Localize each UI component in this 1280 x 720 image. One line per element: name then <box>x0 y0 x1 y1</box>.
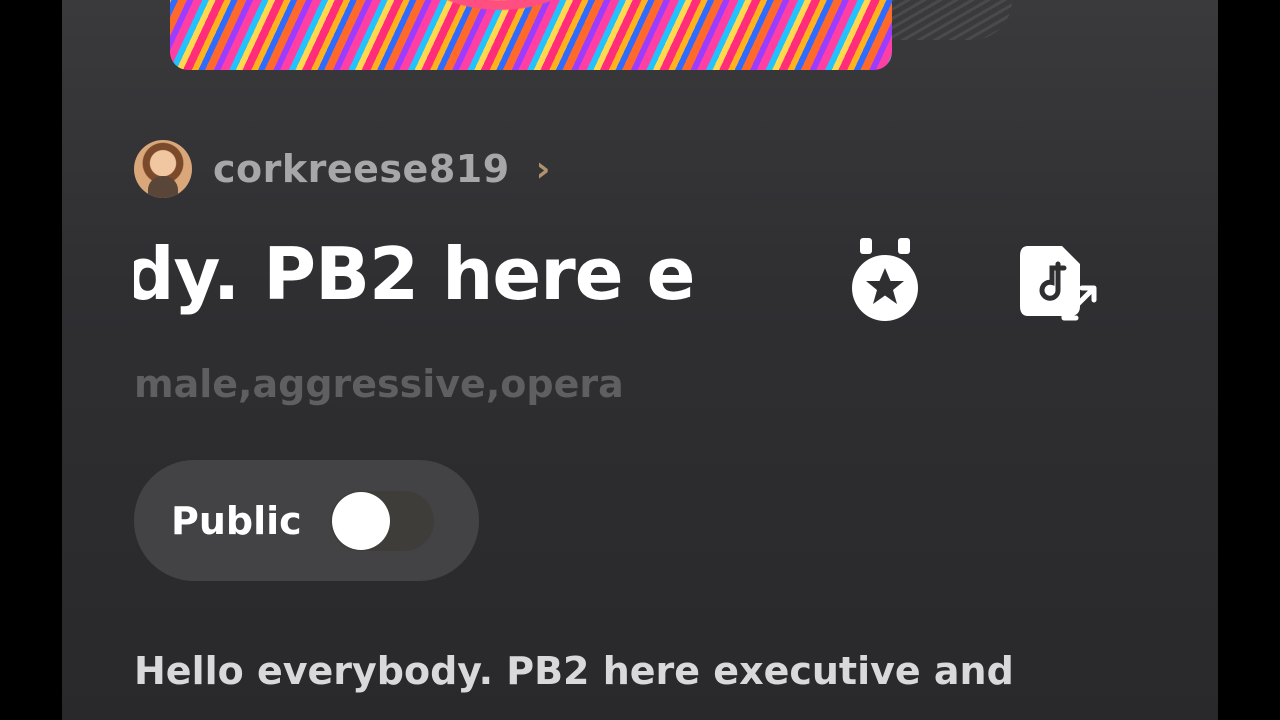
song-detail-panel: corkreese819 › body. PB2 here e male,agg… <box>62 0 1218 720</box>
avatar[interactable] <box>134 140 192 198</box>
public-toggle[interactable]: Public <box>134 460 479 581</box>
medal-star-icon[interactable] <box>852 236 918 326</box>
song-tags: male,aggressive,opera <box>134 362 624 406</box>
song-title: body. PB2 here e <box>134 232 695 316</box>
music-file-expand-icon[interactable] <box>1018 244 1100 326</box>
cover-art[interactable] <box>170 0 892 70</box>
cover-art-edge <box>892 0 1012 40</box>
song-title-marquee: body. PB2 here e <box>134 232 774 327</box>
public-toggle-label: Public <box>171 498 302 543</box>
author-row[interactable]: corkreese819 › <box>134 140 550 198</box>
song-description: Hello everybody. PB2 here executive and <box>134 649 1014 693</box>
public-switch-knob[interactable] <box>331 491 390 550</box>
author-username[interactable]: corkreese819 <box>213 147 510 191</box>
chevron-right-icon[interactable]: › <box>536 149 551 190</box>
public-switch[interactable] <box>329 490 434 551</box>
song-title-text: ody. PB2 here e <box>134 232 695 316</box>
